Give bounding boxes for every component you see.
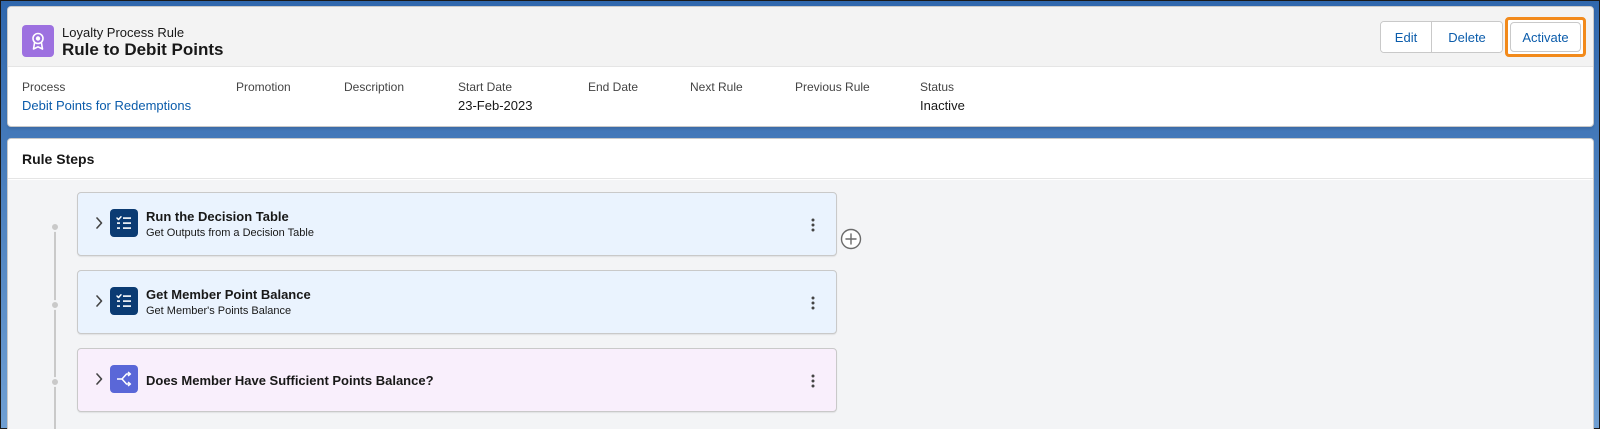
field-value — [588, 98, 638, 114]
activate-highlight: Activate — [1505, 17, 1586, 57]
chevron-right-icon[interactable] — [92, 215, 106, 231]
chevron-right-icon[interactable] — [92, 371, 106, 387]
field-label: End Date — [588, 80, 639, 94]
action-button-group: Edit Delete — [1380, 21, 1503, 53]
timeline-dot — [50, 222, 60, 232]
field-next-rule: Next Rule — [690, 80, 743, 114]
rule-step[interactable]: Get Member Point Balance Get Member's Po… — [77, 270, 837, 334]
field-label: Status — [920, 80, 955, 94]
decision-branch-icon — [110, 365, 138, 393]
field-status: Status Inactive — [920, 80, 965, 114]
process-link[interactable]: Debit Points for Redemptions — [22, 98, 191, 114]
edit-button[interactable]: Edit — [1381, 22, 1432, 52]
field-value — [344, 98, 404, 114]
timeline-line — [54, 228, 56, 429]
field-label: Description — [344, 80, 405, 94]
delete-button[interactable]: Delete — [1432, 22, 1502, 52]
step-title: Run the Decision Table — [146, 209, 289, 224]
rule-steps-header: Rule Steps — [8, 139, 1593, 179]
object-type-label: Loyalty Process Rule — [62, 25, 185, 40]
field-value — [690, 98, 743, 114]
field-label: Start Date — [458, 80, 513, 94]
rule-step[interactable]: Does Member Have Sufficient Points Balan… — [77, 348, 837, 412]
step-title: Get Member Point Balance — [146, 287, 311, 302]
timeline-dot — [50, 300, 60, 310]
step-title: Does Member Have Sufficient Points Balan… — [146, 373, 434, 388]
record-header: Loyalty Process Rule Rule to Debit Point… — [7, 6, 1594, 127]
field-label: Promotion — [236, 80, 291, 94]
field-promotion: Promotion — [236, 80, 291, 114]
app-frame: Loyalty Process Rule Rule to Debit Point… — [0, 0, 1600, 429]
rule-steps-body: Run the Decision Table Get Outputs from … — [8, 180, 1593, 429]
more-actions-icon[interactable] — [807, 295, 819, 311]
decision-table-icon — [110, 287, 138, 315]
activate-button[interactable]: Activate — [1510, 22, 1581, 52]
record-header-top: Loyalty Process Rule Rule to Debit Point… — [8, 7, 1593, 67]
page-title: Rule to Debit Points — [62, 40, 224, 59]
timeline-dot — [50, 377, 60, 387]
award-ribbon-icon — [22, 25, 54, 57]
add-step-icon[interactable] — [840, 228, 862, 250]
rule-step[interactable]: Run the Decision Table Get Outputs from … — [77, 192, 837, 256]
field-end-date: End Date — [588, 80, 638, 114]
field-value — [795, 98, 870, 114]
field-label: Previous Rule — [795, 80, 870, 94]
rule-steps-card: Rule Steps Run the Decision Table Get Ou… — [7, 138, 1594, 429]
step-subtitle: Get Outputs from a Decision Table — [146, 227, 314, 239]
field-label: Next Rule — [690, 80, 743, 94]
step-subtitle: Get Member's Points Balance — [146, 305, 292, 317]
status-value: Inactive — [920, 98, 965, 113]
decision-table-icon — [110, 209, 138, 237]
field-label: Process — [22, 80, 66, 94]
section-title: Rule Steps — [22, 151, 95, 167]
chevron-right-icon[interactable] — [92, 293, 106, 309]
field-description: Description — [344, 80, 404, 114]
more-actions-icon[interactable] — [807, 217, 819, 233]
field-value — [236, 98, 291, 114]
field-value: 23-Feb-2023 — [458, 98, 533, 113]
field-previous-rule: Previous Rule — [795, 80, 870, 114]
field-process: Process Debit Points for Redemptions — [22, 80, 191, 114]
more-actions-icon[interactable] — [807, 373, 819, 389]
field-start-date: Start Date 23-Feb-2023 — [458, 80, 532, 114]
